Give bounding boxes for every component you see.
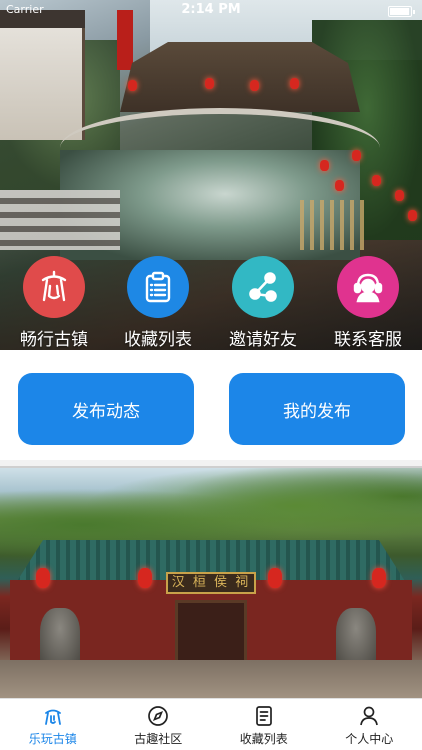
- post-update-button[interactable]: 发布动态: [18, 373, 194, 445]
- tab-label: 乐玩古镇: [28, 732, 77, 746]
- tab-label: 古趣社区: [134, 732, 183, 746]
- quick-action-label: 畅行古镇: [20, 330, 88, 350]
- tab-favorites[interactable]: 收藏列表: [211, 699, 317, 750]
- clock: 2:14 PM: [181, 2, 241, 17]
- quick-action-label: 收藏列表: [124, 330, 192, 350]
- person-icon: [317, 705, 422, 727]
- my-posts-button[interactable]: 我的发布: [229, 373, 405, 445]
- publish-section: 发布动态 我的发布: [0, 350, 422, 460]
- clipboard-list-icon: [127, 256, 189, 318]
- home-pavilion-icon: [0, 705, 106, 727]
- share-icon: [232, 256, 294, 318]
- quick-action-label: 联系客服: [334, 330, 402, 350]
- status-bar: Carrier 2:14 PM: [0, 0, 422, 22]
- tab-home[interactable]: 乐玩古镇: [0, 699, 106, 750]
- quick-action-customer-service[interactable]: 联系客服: [318, 256, 418, 351]
- stone-lion-left: [40, 608, 80, 666]
- hero-pavilion: [120, 42, 360, 112]
- temple-door: [175, 600, 247, 664]
- tab-label: 个人中心: [345, 732, 394, 746]
- bottom-tab-bar: 乐玩古镇 古趣社区 收藏列表 个人中心: [0, 698, 422, 750]
- quick-action-ancient-town[interactable]: 畅行古镇: [4, 256, 104, 351]
- battery-icon: [388, 6, 415, 17]
- stone-lion-right: [336, 608, 376, 666]
- compass-icon: [106, 705, 212, 727]
- tab-label: 收藏列表: [239, 732, 288, 746]
- quick-action-favorites[interactable]: 收藏列表: [108, 256, 208, 351]
- featured-attraction-image[interactable]: 汉 桓 侯 祠: [0, 466, 422, 698]
- temple-plaque: 汉 桓 侯 祠: [166, 572, 256, 594]
- quick-action-invite-friends[interactable]: 邀请好友: [213, 256, 313, 351]
- customer-service-icon: [337, 256, 399, 318]
- tab-community[interactable]: 古趣社区: [106, 699, 212, 750]
- document-icon: [211, 705, 317, 727]
- quick-action-label: 邀请好友: [229, 330, 297, 350]
- ancient-town-icon: [23, 256, 85, 318]
- tab-profile[interactable]: 个人中心: [317, 699, 422, 750]
